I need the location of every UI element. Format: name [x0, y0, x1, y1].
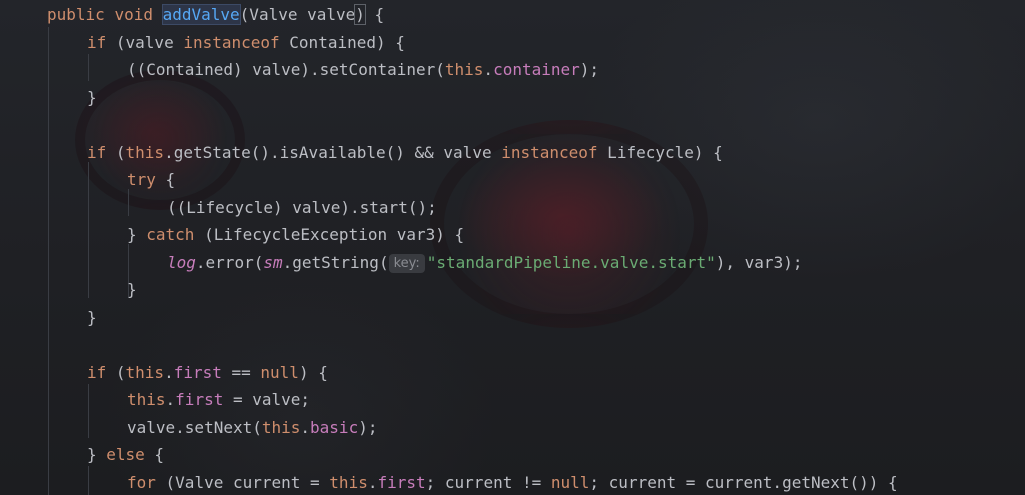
indent-guide	[128, 189, 129, 216]
code-text: );	[358, 418, 378, 437]
code-line-close-brace[interactable]: }	[87, 84, 97, 111]
code-text: ), var3);	[715, 253, 803, 272]
close-brace: }	[87, 88, 97, 107]
code-line-if-contained[interactable]: if (valve instanceof Contained) {	[87, 29, 405, 56]
code-line-if-first-null[interactable]: if (this.first == null) {	[87, 359, 328, 386]
code-text: = valve;	[223, 390, 311, 409]
keyword-catch: catch	[146, 225, 195, 244]
code-line-lifecycle-start[interactable]: ((Lifecycle) valve).start();	[167, 194, 437, 221]
keyword-try: try	[127, 170, 156, 189]
method-params: (Valve valve	[239, 5, 356, 24]
code-line-method-signature[interactable]: public void addValve(Valve valve) {	[47, 1, 384, 28]
code-text: .error(	[195, 253, 264, 272]
code-text: Lifecycle) {	[597, 143, 723, 162]
dot: .	[300, 418, 311, 437]
code-editor[interactable]: public void addValve(Valve valve) { if (…	[0, 0, 1025, 495]
field-first: first	[175, 390, 224, 409]
field-first: first	[377, 473, 426, 492]
field-sm: sm	[263, 253, 283, 272]
code-line-close-brace[interactable]: }	[127, 276, 137, 303]
dot: .	[165, 390, 176, 409]
keyword-null: null	[260, 363, 299, 382]
code-line-catch[interactable]: } catch (LifecycleException var3) {	[127, 221, 464, 248]
indent-guide	[88, 384, 89, 438]
code-text: (	[106, 363, 126, 382]
close-brace: }	[127, 280, 137, 299]
keyword-instanceof: instanceof	[501, 143, 598, 162]
code-text: {	[144, 445, 165, 464]
keyword-this: this	[125, 363, 165, 382]
code-line-else[interactable]: } else {	[87, 441, 164, 468]
code-text: ((Contained) valve).setContainer(	[127, 60, 445, 79]
code-text: ; current !=	[425, 473, 551, 492]
keyword-if: if	[87, 33, 107, 52]
keyword-this: this	[261, 418, 301, 437]
indent-guide	[88, 162, 89, 298]
keyword-null: null	[550, 473, 590, 492]
keyword-for: for	[127, 473, 156, 492]
code-text: ==	[221, 363, 261, 382]
code-line-for-loop[interactable]: for (Valve current = this.first; current…	[127, 469, 898, 495]
field-log: log	[167, 253, 196, 272]
code-text: (	[106, 143, 126, 162]
code-text: ((Lifecycle) valve).start();	[167, 198, 437, 217]
keyword-else: else	[106, 445, 145, 464]
indent-guide	[88, 466, 89, 495]
code-text: {	[155, 170, 176, 189]
code-text: valve.setNext(	[127, 418, 262, 437]
code-line-try[interactable]: try {	[127, 166, 175, 193]
code-text: ; current = current.getNext()) {	[589, 473, 898, 492]
keyword-instanceof: instanceof	[183, 33, 280, 52]
code-line-log-error[interactable]: log.error(sm.getString(key: "standardPipe…	[167, 249, 802, 276]
keyword-if: if	[87, 143, 107, 162]
dot: .	[164, 363, 174, 382]
code-text: (LifecycleException var3) {	[194, 225, 465, 244]
code-line-set-container[interactable]: ((Contained) valve).setContainer(this.co…	[127, 56, 599, 83]
keyword-this: this	[127, 390, 166, 409]
method-name-addValve[interactable]: addValve	[161, 4, 241, 25]
code-text: (Valve current =	[155, 473, 330, 492]
code-line-close-brace[interactable]: }	[87, 304, 97, 331]
indent-guide	[88, 54, 89, 81]
code-text: (valve	[106, 33, 184, 52]
field-first: first	[173, 363, 222, 382]
code-text: ) {	[298, 363, 328, 382]
keyword-void: void	[114, 5, 153, 24]
code-text: }	[127, 225, 147, 244]
matched-paren: )	[354, 4, 366, 25]
code-text: );	[579, 60, 600, 79]
close-brace: }	[87, 308, 97, 327]
keyword-this: this	[125, 143, 165, 162]
code-line-assign-first[interactable]: this.first = valve;	[127, 386, 310, 413]
code-line-if-lifecycle[interactable]: if (this.getState().isAvailable() && val…	[87, 139, 723, 166]
field-basic: basic	[310, 418, 359, 437]
code-line-set-next[interactable]: valve.setNext(this.basic);	[127, 414, 377, 441]
indent-guide	[48, 27, 49, 495]
parameter-hint-key: key:	[388, 254, 425, 273]
field-container: container	[493, 60, 580, 79]
code-text: }	[87, 445, 107, 464]
code-text: .getString(	[282, 253, 389, 272]
code-text: Contained) {	[279, 33, 405, 52]
string-literal: "standardPipeline.valve.start"	[426, 253, 716, 272]
code-text: .getState().isAvailable() && valve	[164, 143, 502, 162]
keyword-this: this	[444, 60, 484, 79]
keyword-if: if	[87, 363, 107, 382]
dot: .	[483, 60, 494, 79]
open-brace: {	[364, 5, 385, 24]
keyword-this: this	[329, 473, 368, 492]
keyword-public: public	[47, 5, 105, 24]
